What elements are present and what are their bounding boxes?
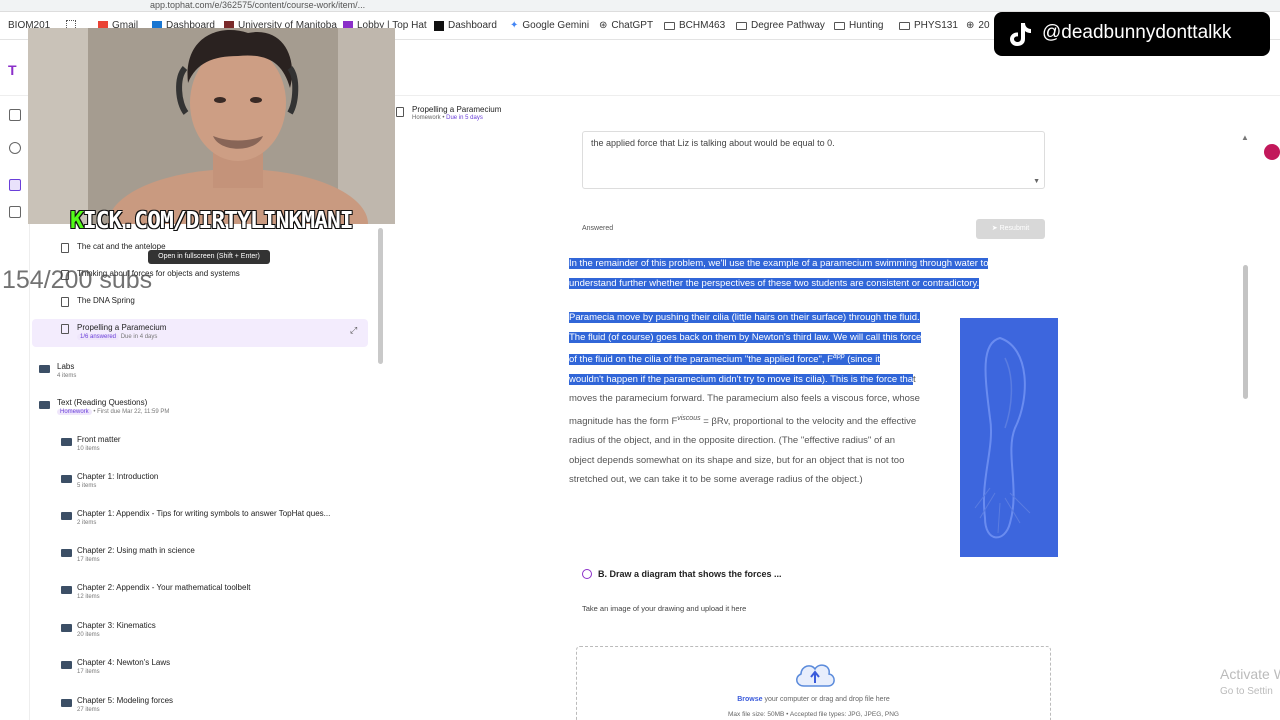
paramecium-image bbox=[960, 318, 1058, 557]
scroll-up-icon[interactable]: ▲ bbox=[1241, 133, 1249, 142]
cloud-upload-icon bbox=[796, 664, 835, 687]
answered-status: Answered bbox=[582, 225, 614, 232]
expand-icon[interactable]: ⤢ bbox=[350, 325, 357, 336]
document-icon bbox=[61, 243, 69, 253]
page-title: Propelling a Paramecium bbox=[412, 105, 502, 114]
file-upload-dropzone[interactable]: Browse your computer or drag and drop fi… bbox=[576, 646, 1051, 720]
document-icon bbox=[61, 297, 69, 307]
assistant-fab-icon[interactable] bbox=[1264, 144, 1280, 160]
tiktok-handle: @deadbunnydonttalkk bbox=[1042, 22, 1232, 43]
gemini-icon: ✦ bbox=[510, 20, 519, 31]
folder-icon bbox=[736, 21, 747, 30]
folder-icon bbox=[664, 21, 675, 30]
intro-paragraph: In the remainder of this problem, we'll … bbox=[569, 258, 989, 289]
bookmark-gemini[interactable]: ✦ Google Gemini bbox=[510, 20, 589, 31]
address-bar[interactable]: app.tophat.com/e/362575/content/course-w… bbox=[0, 0, 1280, 12]
folder-icon bbox=[61, 438, 72, 446]
document-icon bbox=[61, 324, 69, 334]
activation-watermark: Activate W bbox=[1220, 666, 1280, 682]
question-icon bbox=[582, 569, 592, 579]
resize-arrow-icon[interactable]: ▼ bbox=[1033, 178, 1040, 185]
globe-icon: ⊕ bbox=[966, 20, 975, 31]
main-scrollbar[interactable] bbox=[1243, 265, 1248, 399]
bookmark-20[interactable]: ⊕ 20 bbox=[966, 20, 990, 31]
resubmit-button[interactable]: ➤ Resubmit bbox=[976, 219, 1045, 239]
sidebar-scrollbar[interactable] bbox=[378, 228, 383, 364]
bookmark-hunting[interactable]: Hunting bbox=[834, 20, 883, 31]
bookmark-chatgpt[interactable]: ⊛ ChatGPT bbox=[599, 20, 653, 31]
folder-icon bbox=[39, 365, 50, 373]
send-icon: ➤ bbox=[991, 225, 1000, 232]
chatgpt-icon: ⊛ bbox=[599, 20, 608, 31]
folder-icon bbox=[39, 401, 50, 409]
screen: app.tophat.com/e/362575/content/course-w… bbox=[0, 0, 1280, 720]
folder-icon bbox=[61, 475, 72, 483]
tiktok-icon bbox=[1010, 23, 1031, 46]
webcam-figure bbox=[28, 28, 395, 224]
bookmark-zybooks[interactable]: Dashboard bbox=[434, 20, 497, 31]
paramecium-paragraph: Paramecia move by pushing their cilia (l… bbox=[569, 312, 922, 486]
nav-rail bbox=[0, 96, 30, 720]
tiktok-overlay: @deadbunnydonttalkk bbox=[994, 12, 1270, 56]
item-meta: 1/6 answered Due in 4 days bbox=[77, 334, 157, 340]
tophat-logo-icon[interactable]: T bbox=[8, 62, 17, 78]
bookmark-bchm463[interactable]: BCHM463 bbox=[664, 20, 725, 31]
answer-text: the applied force that Liz is talking ab… bbox=[591, 138, 835, 148]
assignments-icon[interactable] bbox=[9, 206, 21, 218]
folder-icon bbox=[834, 21, 845, 30]
course-icon[interactable] bbox=[9, 109, 21, 121]
fullscreen-tooltip: Open in fullscreen (Shift + Enter) bbox=[148, 250, 270, 264]
question-b-prompt: Take an image of your drawing and upload… bbox=[582, 604, 747, 613]
url-text: app.tophat.com/e/362575/content/course-w… bbox=[150, 0, 366, 10]
question-b-title[interactable]: B. Draw a diagram that shows the forces … bbox=[582, 569, 782, 579]
answer-textarea[interactable]: the applied force that Liz is talking ab… bbox=[582, 131, 1045, 189]
browse-link[interactable]: Browse bbox=[737, 696, 762, 703]
folder-icon bbox=[899, 21, 910, 30]
activation-watermark-sub: Go to Settin bbox=[1220, 686, 1273, 697]
upload-limits: Max file size: 50MB • Accepted file type… bbox=[728, 711, 899, 718]
folder-icon bbox=[61, 624, 72, 632]
folder-icon bbox=[61, 699, 72, 707]
folder-icon bbox=[61, 512, 72, 520]
bookmark-phys131[interactable]: PHYS131 bbox=[899, 20, 958, 31]
document-icon bbox=[396, 107, 404, 117]
page-subtitle: Homework • Due in 5 days bbox=[412, 115, 483, 121]
bookmark-degree-pathway[interactable]: Degree Pathway bbox=[736, 20, 825, 31]
gradebook-icon[interactable] bbox=[9, 142, 21, 154]
folder-icon bbox=[61, 661, 72, 669]
paramecium-illustration bbox=[974, 336, 1031, 539]
folder-icon bbox=[61, 549, 72, 557]
webcam-overlay bbox=[28, 28, 395, 224]
subs-counter: 154/200 subs bbox=[2, 266, 153, 294]
folder-icon bbox=[61, 586, 72, 594]
content-icon[interactable] bbox=[9, 179, 21, 191]
zybooks-icon bbox=[434, 20, 444, 31]
kick-url-overlay: KICK.COM/DIRTYLINKMANI bbox=[70, 208, 354, 234]
